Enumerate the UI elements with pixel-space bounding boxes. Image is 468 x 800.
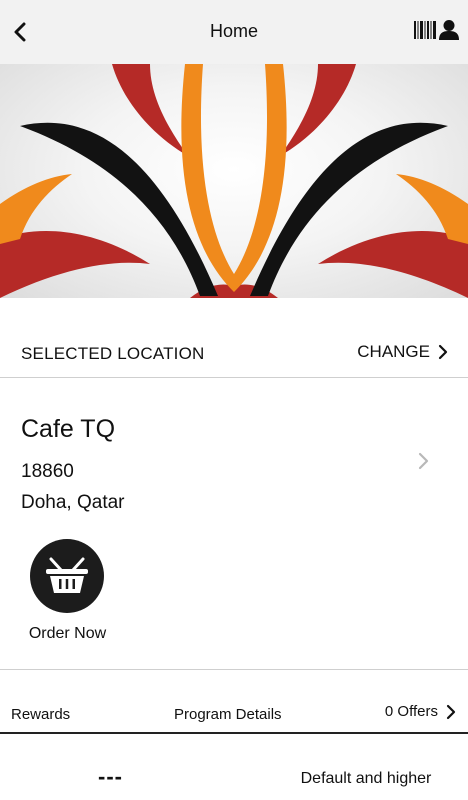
reward-tier-label: Default and higher [300, 770, 432, 787]
order-now-button[interactable]: Order Now [20, 539, 115, 649]
chevron-right-icon [438, 344, 448, 360]
location-address-line1: 18860 [21, 461, 74, 482]
offers-link[interactable]: 0 Offers [385, 703, 456, 720]
chevron-right-icon [418, 452, 429, 470]
change-location-button[interactable]: CHANGE [357, 342, 448, 362]
location-name: Cafe TQ [21, 415, 116, 443]
user-icon [439, 20, 459, 40]
barcode-button[interactable] [414, 20, 436, 40]
change-label: CHANGE [357, 342, 430, 361]
selected-location-label: SELECTED LOCATION [21, 344, 205, 363]
account-button[interactable] [438, 19, 460, 41]
location-address-line2: Doha, Qatar [21, 492, 125, 513]
rewards-label: Rewards [11, 706, 71, 723]
location-details-chevron[interactable] [414, 449, 432, 473]
order-now-circle [30, 539, 104, 613]
selected-location-bar: SELECTED LOCATION CHANGE [0, 298, 468, 378]
rewards-bar: Rewards Program Details 0 Offers [0, 692, 468, 734]
chevron-right-icon [446, 704, 456, 719]
barcode-icon [414, 21, 436, 39]
program-details-link[interactable]: Program Details [174, 706, 282, 723]
order-now-label: Order Now [28, 625, 107, 642]
basket-icon [46, 557, 88, 593]
hero-banner [0, 64, 468, 298]
lotus-logo [0, 64, 468, 298]
app-header: Home [0, 0, 468, 64]
location-card[interactable]: Cafe TQ 18860 Doha, Qatar Order Now [0, 379, 468, 670]
offers-label: 0 Offers [384, 703, 438, 720]
reward-points-value: --- [98, 764, 123, 789]
page-title: Home [209, 21, 258, 41]
